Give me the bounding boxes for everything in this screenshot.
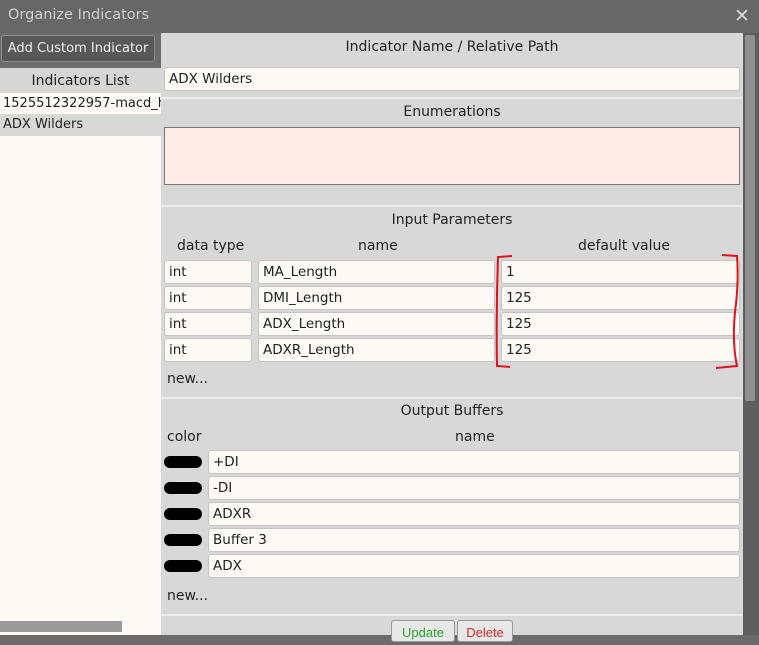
buffer-name-field[interactable]: ADXR (208, 502, 740, 526)
enumerations-header: Enumerations (403, 104, 501, 120)
column-header-data-type: data type (177, 238, 245, 254)
param-name-field[interactable]: ADX_Length (258, 312, 495, 336)
column-header-buffer-name: name (455, 429, 495, 445)
section-divider (161, 614, 743, 616)
indicator-list-item-selected[interactable]: ADX Wilders (0, 114, 161, 136)
buffer-name-field[interactable]: -DI (208, 476, 740, 500)
indicator-list-item[interactable]: 1525512322957-macd_hi (0, 93, 161, 115)
input-parameters-header: Input Parameters (391, 212, 513, 228)
param-default-field[interactable]: 125 (501, 286, 740, 310)
buffer-name-field[interactable]: +DI (208, 450, 740, 474)
param-type-field[interactable]: int (164, 286, 252, 310)
buffer-color-swatch[interactable] (164, 482, 202, 494)
indicator-editor: Indicator Name / Relative Path ADX Wilde… (161, 33, 743, 642)
buffer-color-swatch[interactable] (164, 534, 202, 546)
param-name-field[interactable]: ADXR_Length (258, 338, 495, 362)
param-default-field[interactable]: 125 (501, 338, 740, 362)
buffer-name-field[interactable]: ADX (208, 554, 740, 578)
param-type-field[interactable]: int (164, 338, 252, 362)
scrollbar-thumb[interactable] (745, 35, 755, 401)
param-type-field[interactable]: int (164, 260, 252, 284)
column-header-name: name (358, 238, 398, 254)
indicators-list-panel: Indicators List 1525512322957-macd_hi AD… (0, 68, 161, 635)
horizontal-scrollbar[interactable] (0, 621, 122, 632)
column-header-default-value: default value (578, 238, 670, 254)
enumerations-textarea[interactable] (164, 127, 740, 185)
column-header-color: color (167, 429, 202, 445)
section-divider (161, 97, 743, 99)
new-parameter-link[interactable]: new... (167, 371, 208, 387)
buffer-name-field[interactable]: Buffer 3 (208, 528, 740, 552)
update-button[interactable]: Update (391, 620, 455, 642)
indicator-name-field[interactable]: ADX Wilders (164, 67, 740, 91)
param-default-field[interactable]: 1 (501, 260, 740, 284)
param-default-field[interactable]: 125 (501, 312, 740, 336)
buffer-color-swatch[interactable] (164, 560, 202, 572)
indicators-list-header: Indicators List (0, 68, 161, 93)
add-custom-indicator-button[interactable]: Add Custom Indicator (1, 35, 155, 62)
title-bar: Organize Indicators ✕ (0, 0, 759, 33)
new-buffer-link[interactable]: new... (167, 588, 208, 604)
buffer-color-swatch[interactable] (164, 508, 202, 520)
param-name-field[interactable]: MA_Length (258, 260, 495, 284)
section-divider (161, 397, 743, 399)
output-buffers-header: Output Buffers (400, 403, 504, 419)
param-name-field[interactable]: DMI_Length (258, 286, 495, 310)
section-divider (161, 205, 743, 207)
buffer-color-swatch[interactable] (164, 456, 202, 468)
vertical-scrollbar[interactable] (743, 33, 759, 635)
delete-button[interactable]: Delete (457, 620, 513, 642)
close-icon[interactable]: ✕ (733, 7, 751, 26)
param-type-field[interactable]: int (164, 312, 252, 336)
name-section-header: Indicator Name / Relative Path (345, 39, 559, 55)
window-title: Organize Indicators (8, 7, 150, 23)
